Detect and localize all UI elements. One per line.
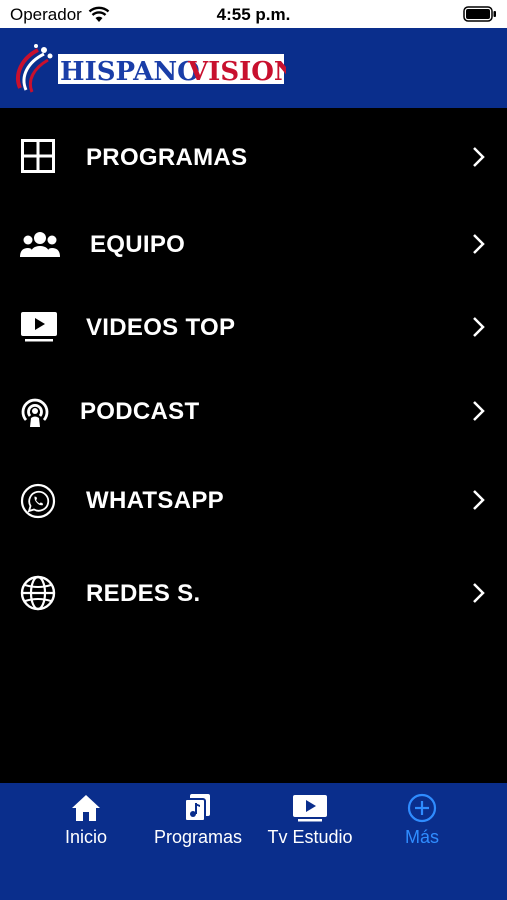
menu-item-label: PROGRAMAS <box>86 144 248 171</box>
globe-icon <box>20 575 56 611</box>
chevron-right-icon <box>473 490 485 510</box>
tab-mas[interactable]: Más <box>394 783 450 863</box>
chevron-right-icon <box>473 317 485 337</box>
menu-item-equipo[interactable]: EQUIPO <box>0 205 507 285</box>
chevron-right-icon <box>473 401 485 421</box>
grid-icon <box>21 139 55 173</box>
tab-label: Más <box>404 827 439 847</box>
clock-time: 4:55 p.m. <box>216 5 291 24</box>
podcast-icon <box>21 398 49 427</box>
menu-item-podcast[interactable]: PODCAST <box>0 372 507 452</box>
menu-item-redes-sociales[interactable]: REDES S. <box>0 554 507 634</box>
people-icon <box>20 232 60 257</box>
tab-inicio[interactable]: Inicio <box>50 783 122 863</box>
app-header: HISPANO VISION <box>0 28 507 108</box>
logo-text-vision: VISION <box>187 57 286 87</box>
menu-item-programas[interactable]: PROGRAMAS <box>0 118 507 198</box>
home-icon <box>72 795 100 821</box>
hispanovision-logo: HISPANO VISION <box>16 44 286 93</box>
menu-item-label: VIDEOS TOP <box>86 314 236 341</box>
logo-text-hispano: HISPANO <box>60 57 200 87</box>
menu-item-label: WHATSAPP <box>86 487 224 514</box>
menu-item-label: EQUIPO <box>90 231 186 258</box>
tv-play-icon <box>293 795 327 822</box>
tab-programas[interactable]: Programas <box>148 783 248 863</box>
menu-item-whatsapp[interactable]: WHATSAPP <box>0 461 507 541</box>
tv-play-icon <box>21 312 57 342</box>
status-bar: Operador 4:55 p.m. <box>0 0 507 28</box>
plus-circle-icon <box>407 793 437 823</box>
menu-item-videos-top[interactable]: VIDEOS TOP <box>0 288 507 368</box>
chevron-right-icon <box>473 147 485 167</box>
tab-label: Inicio <box>64 827 108 847</box>
battery-icon <box>463 6 496 22</box>
more-menu: PROGRAMAS EQUIPO VIDEOS TOP PODCAST WHAT… <box>0 108 507 783</box>
chevron-right-icon <box>473 234 485 254</box>
chevron-right-icon <box>473 583 485 603</box>
whatsapp-icon <box>20 483 56 519</box>
menu-item-label: REDES S. <box>86 580 201 607</box>
tab-label: Tv Estudio <box>267 827 353 847</box>
menu-item-label: PODCAST <box>80 398 200 425</box>
tab-bar: Inicio Programas Tv Estudio Más <box>0 783 507 900</box>
tab-label: Programas <box>153 827 243 847</box>
tab-tv-estudio[interactable]: Tv Estudio <box>258 783 362 863</box>
music-note-icon <box>184 794 210 822</box>
